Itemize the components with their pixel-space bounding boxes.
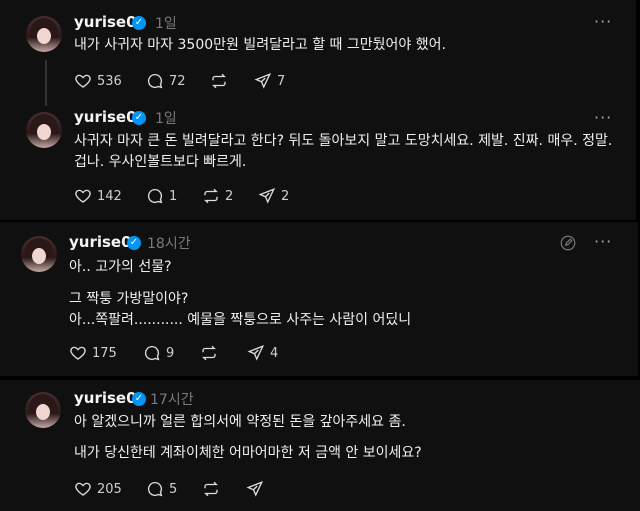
comment-button[interactable]: 1 [146,187,177,205]
avatar[interactable] [25,392,61,428]
share-button[interactable] [246,480,264,498]
comment-icon [147,481,163,497]
repost-icon [204,481,218,497]
like-count: 536 [97,73,122,89]
username[interactable]: yurise0 [74,389,137,407]
repost-icon [212,73,226,89]
like-count: 205 [97,481,122,497]
post-text: 사귀자 마자 큰 돈 빌려달라고 한다? 뒤도 돌아보지 말고 도망치세요. 제… [74,133,613,149]
more-options-icon[interactable]: ··· [594,232,612,251]
comment-count: 72 [169,73,186,89]
repost-icon [202,345,216,361]
verified-icon: ✓ [132,16,146,30]
thread-panel: yurise0 ✓ 1일 ··· 내가 사귀자 마자 3500만원 빌려달라고 … [0,0,636,220]
like-button[interactable]: 205 [74,480,122,498]
comment-count: 9 [166,345,175,361]
heart-icon [70,346,86,360]
post-time[interactable]: 1일 [155,108,177,128]
repost-count: 2 [225,188,234,204]
post-panel: yurise0 ✓ 17시간 아 알겠으니까 얼른 합의서에 약정된 돈을 갚아… [0,380,640,511]
comment-button[interactable]: 5 [146,480,177,498]
username[interactable]: yurise0 [69,233,132,251]
repost-button[interactable]: 2 [202,187,233,205]
more-options-icon[interactable]: ··· [594,108,612,127]
post-panel: yurise0 ✓ 18시간 ··· 아.. 고가의 선물? 그 짝퉁 가방말이… [0,222,638,376]
avatar[interactable] [21,236,57,272]
post-text: 아...쪽팔려........... 예물을 짝퉁으로 사주는 사람이 어딨니 [69,312,412,328]
send-icon [258,188,276,204]
comment-icon [147,73,163,89]
verified-icon: ✓ [132,111,146,125]
post-time[interactable]: 17시간 [150,389,194,409]
post-text: 내가 사귀자 마자 3500만원 빌려달라고 할 때 그만뒀어야 했어. [74,37,446,53]
comment-count: 1 [169,188,178,204]
more-options-icon[interactable]: ··· [594,12,612,31]
comment-icon [144,345,160,361]
username[interactable]: yurise0 [74,108,137,126]
heart-icon [75,74,91,88]
repost-button[interactable] [200,344,218,362]
like-button[interactable]: 536 [74,72,122,90]
edit-icon[interactable] [559,234,577,252]
verified-icon: ✓ [127,236,141,250]
verified-icon: ✓ [132,392,146,406]
like-count: 175 [92,345,117,361]
share-count: 7 [277,73,286,89]
comment-count: 5 [169,481,178,497]
post-text: 아 알겠으니까 얼른 합의서에 약정된 돈을 갚아주세요 좀. [74,414,406,430]
repost-icon [204,188,218,204]
thread-connector [45,60,47,106]
post-text: 겁나. 우사인볼트보다 빠르게. [74,154,247,170]
like-button[interactable]: 175 [69,344,117,362]
post-text: 그 짝퉁 가방말이야? [69,291,189,307]
share-button[interactable]: 7 [254,72,285,90]
send-icon [246,481,264,497]
repost-button[interactable] [202,480,220,498]
post-time[interactable]: 1일 [155,13,177,33]
like-count: 142 [97,188,122,204]
avatar[interactable] [26,16,62,52]
send-icon [254,73,272,89]
comment-button[interactable]: 72 [146,72,186,90]
comment-button[interactable]: 9 [143,344,174,362]
share-count: 2 [281,188,290,204]
share-button[interactable]: 4 [247,344,278,362]
username[interactable]: yurise0 [74,13,137,31]
post-text: 내가 당신한테 계좌이체한 어마어마한 저 금액 안 보이세요? [74,445,422,461]
post-text: 아.. 고가의 선물? [69,259,172,275]
heart-icon [75,482,91,496]
avatar[interactable] [26,112,62,148]
like-button[interactable]: 142 [74,187,122,205]
post-time[interactable]: 18시간 [147,233,191,253]
share-count: 4 [270,345,279,361]
share-button[interactable]: 2 [258,187,289,205]
comment-icon [147,188,163,204]
heart-icon [75,189,91,203]
repost-button[interactable] [210,72,228,90]
send-icon [247,345,265,361]
